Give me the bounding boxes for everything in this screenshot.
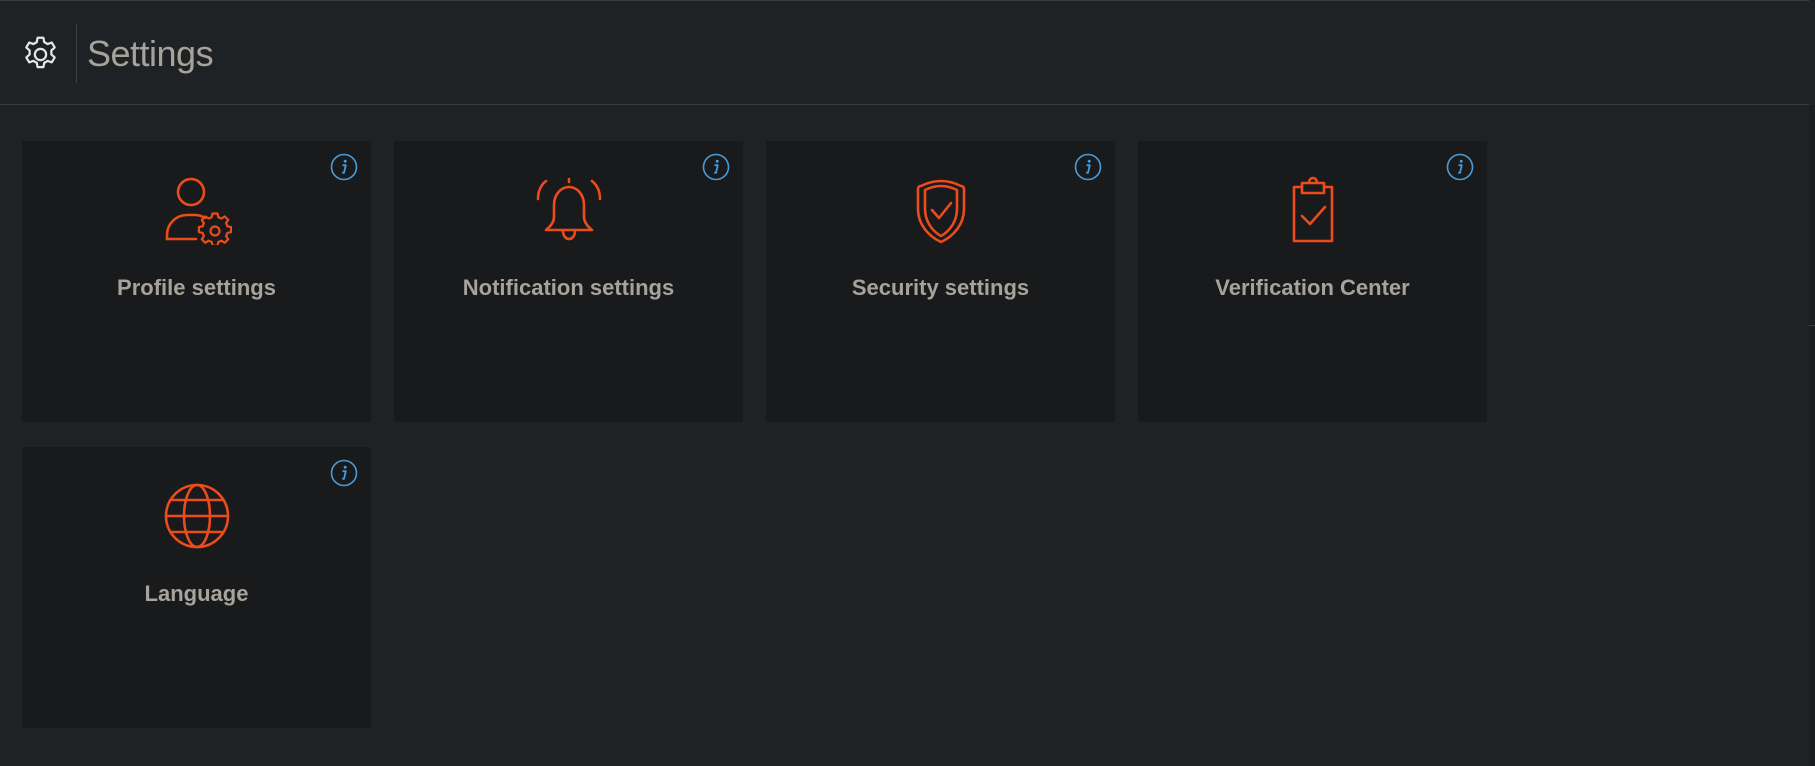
page-header: Settings: [0, 0, 1809, 105]
card-label: Language: [144, 581, 249, 606]
settings-page: Settings Profile settings Notification s…: [0, 0, 1815, 766]
user-gear-icon: [165, 177, 232, 245]
globe-icon: [164, 483, 229, 549]
card-label: Security settings: [851, 275, 1030, 300]
scrollbar-mark: [1809, 325, 1815, 326]
bell-icon: [536, 177, 601, 241]
card-profile-settings[interactable]: Profile settings: [22, 141, 371, 422]
info-icon[interactable]: [330, 459, 358, 487]
shield-check-icon: [916, 179, 965, 244]
card-label: Profile settings: [117, 275, 276, 300]
info-icon[interactable]: [1446, 153, 1474, 181]
card-notification-settings[interactable]: Notification settings: [394, 141, 743, 422]
header-divider: [76, 24, 77, 83]
gear-icon: [25, 36, 56, 69]
page-title: Settings: [87, 33, 214, 74]
info-icon[interactable]: [702, 153, 730, 181]
clipboard-check-icon: [1292, 176, 1333, 243]
card-security-settings[interactable]: Security settings: [766, 141, 1115, 422]
card-language[interactable]: Language: [22, 447, 371, 728]
card-label: Verification Center: [1215, 275, 1410, 300]
info-icon[interactable]: [1074, 153, 1102, 181]
card-label: Notification settings: [462, 275, 675, 300]
scrollbar-track[interactable]: [1809, 105, 1815, 766]
info-icon[interactable]: [330, 153, 358, 181]
card-verification-center[interactable]: Verification Center: [1138, 141, 1487, 422]
